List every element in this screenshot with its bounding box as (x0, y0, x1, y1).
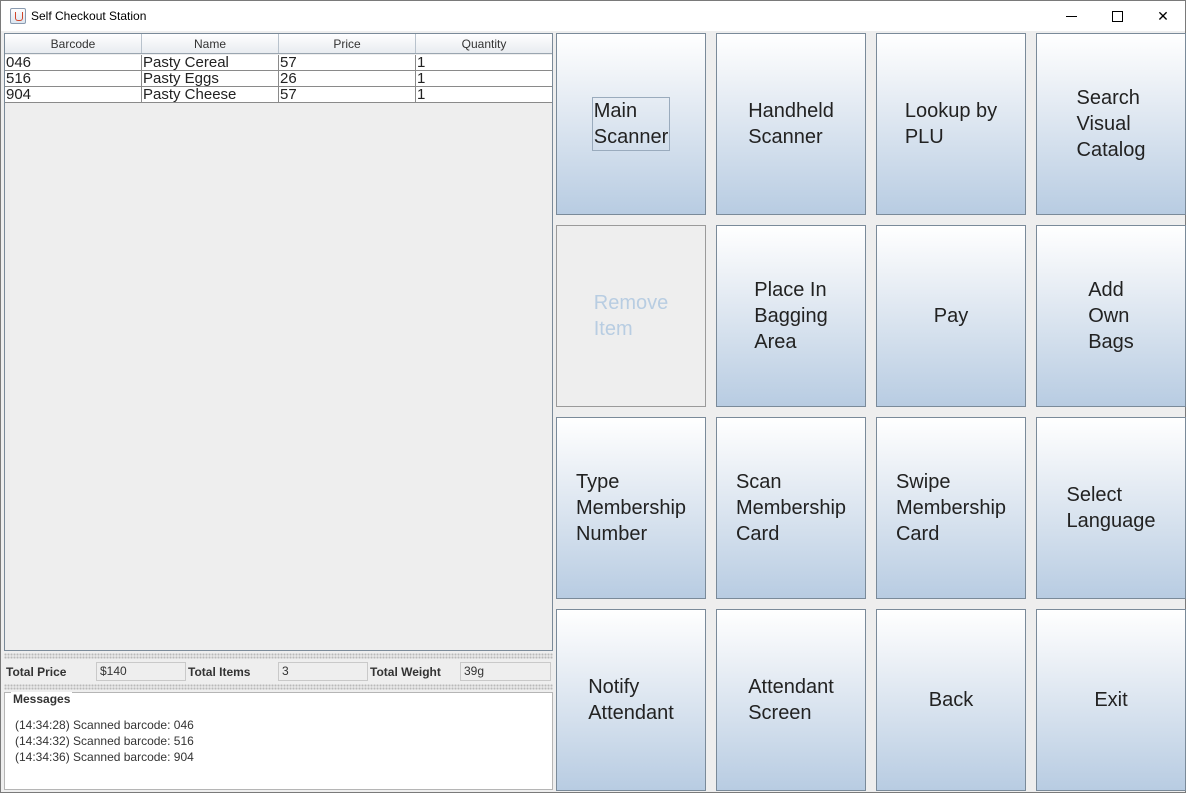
name-cell: Pasty Cheese (142, 87, 279, 102)
button-label: Attendant Screen (748, 676, 834, 724)
button-label: Lookup by PLU (904, 100, 998, 148)
main-scanner-button[interactable]: Main Scanner (556, 33, 706, 215)
button-label: Exit (1094, 689, 1128, 711)
button-label: Handheld Scanner (748, 100, 834, 148)
table-body: 046 Pasty Cereal 57 1 516 Pasty Eggs 26 … (5, 55, 552, 103)
back-button[interactable]: Back (876, 609, 1026, 791)
select-language-button[interactable]: Select Language (1036, 417, 1186, 599)
total-price-label: Total Price (6, 664, 67, 679)
column-header-name[interactable]: Name (142, 34, 279, 53)
window-title: Self Checkout Station (31, 9, 147, 23)
column-header-quantity[interactable]: Quantity (416, 34, 552, 53)
button-label: Add Own Bags (1088, 279, 1134, 353)
button-label: Search Visual Catalog (1076, 87, 1146, 161)
place-in-bagging-area-button[interactable]: Place In Bagging Area (716, 225, 866, 407)
total-weight-value: 39g (460, 662, 551, 681)
button-label: Main Scanner (591, 97, 671, 151)
barcode-cell: 904 (5, 87, 142, 102)
messages-title: Messages (11, 692, 73, 706)
column-header-price[interactable]: Price (279, 34, 416, 53)
total-items-value: 3 (278, 662, 368, 681)
quantity-cell: 1 (417, 71, 426, 86)
remove-item-button: Remove Item (556, 225, 706, 407)
button-label: Swipe Membership Card (895, 471, 1007, 545)
button-label: Notify Attendant (588, 676, 674, 724)
name-cell: Pasty Eggs (142, 71, 279, 86)
checkout-window: Self Checkout Station ✕ Barcode Name Pri… (0, 0, 1186, 793)
table-row[interactable]: 904 Pasty Cheese 57 1 (5, 87, 552, 103)
table-header: Barcode Name Price Quantity (5, 34, 552, 54)
price-cell: 26 (279, 71, 416, 86)
message-line: (14:34:36) Scanned barcode: 904 (15, 750, 194, 764)
split-pane-divider[interactable] (4, 653, 553, 659)
messages-panel: Messages (14:34:28) Scanned barcode: 046… (4, 692, 553, 790)
lookup-by-plu-button[interactable]: Lookup by PLU (876, 33, 1026, 215)
handheld-scanner-button[interactable]: Handheld Scanner (716, 33, 866, 215)
message-log: (14:34:28) Scanned barcode: 046 (14:34:3… (15, 717, 194, 765)
table-row[interactable]: 046 Pasty Cereal 57 1 (5, 55, 552, 71)
scan-membership-card-button[interactable]: Scan Membership Card (716, 417, 866, 599)
search-visual-catalog-button[interactable]: Search Visual Catalog (1036, 33, 1186, 215)
minimize-icon (1065, 15, 1077, 17)
quantity-cell: 1 (417, 55, 426, 70)
button-label: Remove Item (593, 292, 669, 340)
button-label: Place In Bagging Area (754, 279, 828, 353)
button-label: Back (928, 689, 974, 711)
pay-button[interactable]: Pay (876, 225, 1026, 407)
price-cell: 57 (279, 55, 416, 70)
minimize-button[interactable] (1048, 1, 1094, 31)
close-icon: ✕ (1157, 7, 1169, 24)
java-app-icon (10, 8, 26, 24)
barcode-cell: 516 (5, 71, 142, 86)
total-weight-label: Total Weight (370, 664, 441, 679)
cart-table: Barcode Name Price Quantity 046 Pasty Ce… (4, 33, 553, 651)
notify-attendant-button[interactable]: Notify Attendant (556, 609, 706, 791)
split-pane-divider[interactable] (4, 684, 553, 690)
column-header-barcode[interactable]: Barcode (5, 34, 142, 53)
message-line: (14:34:32) Scanned barcode: 516 (15, 734, 194, 748)
total-price-value: $140 (96, 662, 186, 681)
name-cell: Pasty Cereal (142, 55, 279, 70)
total-items-label: Total Items (188, 664, 251, 679)
attendant-screen-button[interactable]: Attendant Screen (716, 609, 866, 791)
quantity-cell: 1 (417, 87, 426, 102)
table-row[interactable]: 516 Pasty Eggs 26 1 (5, 71, 552, 87)
button-label: Scan Membership Card (735, 471, 847, 545)
maximize-button[interactable] (1094, 1, 1140, 31)
button-label: Type Membership Number (575, 471, 687, 545)
close-button[interactable]: ✕ (1140, 1, 1186, 31)
button-label: Pay (933, 305, 969, 327)
totals-bar: Total Price $140 Total Items 3 Total Wei… (4, 661, 553, 682)
title-bar: Self Checkout Station ✕ (1, 1, 1185, 31)
add-own-bags-button[interactable]: Add Own Bags (1036, 225, 1186, 407)
exit-button[interactable]: Exit (1036, 609, 1186, 791)
button-label: Select Language (1066, 484, 1156, 532)
maximize-icon (1111, 10, 1123, 22)
type-membership-number-button[interactable]: Type Membership Number (556, 417, 706, 599)
swipe-membership-card-button[interactable]: Swipe Membership Card (876, 417, 1026, 599)
price-cell: 57 (279, 87, 416, 102)
message-line: (14:34:28) Scanned barcode: 046 (15, 718, 194, 732)
barcode-cell: 046 (5, 55, 142, 70)
